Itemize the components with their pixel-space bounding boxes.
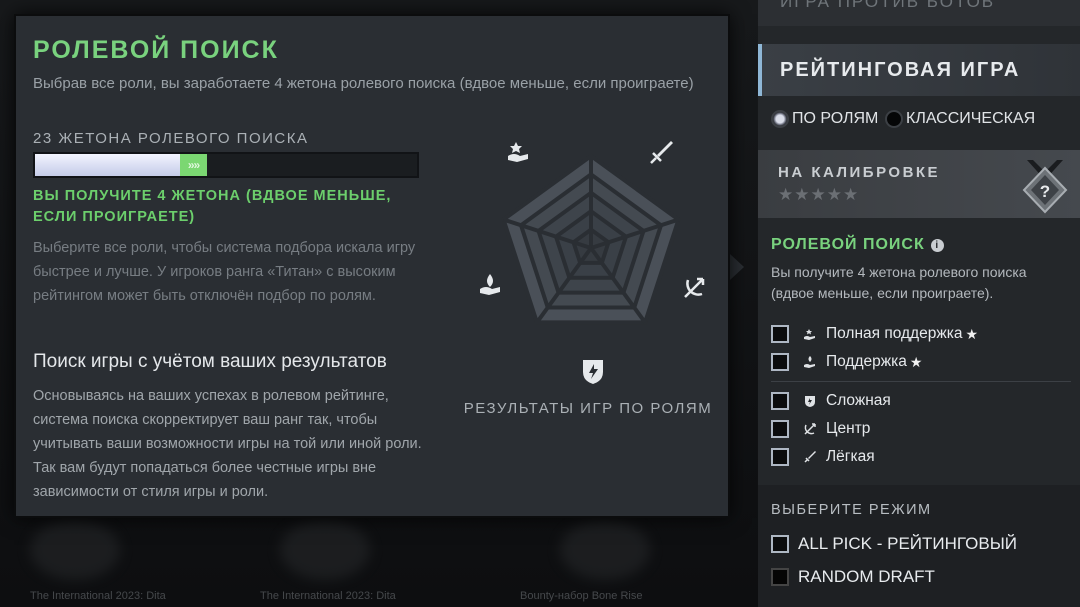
mode-item-all-pick[interactable]: ALL PICK - РЕЙТИНГОВЫЙ (771, 532, 1017, 556)
role-checkbox[interactable] (771, 353, 789, 371)
role-item-support[interactable]: Поддержка ★ (771, 351, 922, 373)
role-label: Полная поддержка (826, 325, 963, 342)
info-icon[interactable]: i (930, 239, 944, 252)
radio-by-roles-label: ПО РОЛЯМ (792, 110, 879, 127)
radar-caption: РЕЗУЛЬТАТЫ ИГР ПО РОЛЯМ (463, 400, 713, 417)
background-item-image (30, 520, 120, 580)
role-checkbox[interactable] (771, 392, 789, 410)
mid-icon (684, 277, 705, 298)
radio-classic[interactable]: КЛАССИЧЕСКАЯ (885, 108, 1035, 130)
role-search-title[interactable]: РОЛЕВОЙ ПОИСК i (771, 236, 944, 254)
role-label: Сложная (826, 392, 891, 409)
role-item-offlane[interactable]: Сложная (771, 390, 891, 412)
role-checkbox[interactable] (771, 420, 789, 438)
hard-support-icon (804, 329, 815, 340)
radar-rings (501, 153, 681, 325)
tooltip-description-2: Основываясь на ваших успехах в ролевом р… (33, 388, 422, 500)
offlane-icon (583, 360, 603, 384)
carry-icon (804, 451, 816, 463)
background-caption: The International 2023: Dita (260, 590, 396, 602)
radio-dot-selected[interactable] (771, 110, 789, 128)
role-item-hard-support[interactable]: Полная поддержка ★ (771, 323, 978, 345)
tokens-gain-text: ВЫ ПОЛУЧИТЕ 4 ЖЕТОНА (ВДВОЕ МЕНЬШЕ, ЕСЛИ… (33, 188, 392, 225)
hard-support-icon (508, 142, 528, 162)
role-search-title-text: РОЛЕВОЙ ПОИСК (771, 236, 925, 253)
role-label: Центр (826, 420, 871, 437)
mid-icon (804, 423, 816, 435)
tooltip-arrow (730, 254, 744, 280)
role-item-carry[interactable]: Лёгкая (771, 446, 875, 468)
calibration-title: НА КАЛИБРОВКЕ (778, 164, 941, 181)
calibration-stars: ★★★★★ (778, 185, 860, 204)
tokens-progress-bar: »» (33, 152, 419, 178)
radio-by-roles[interactable]: ПО РОЛЯМ (771, 108, 878, 130)
background-caption: The International 2023: Dita (30, 590, 166, 602)
tokens-gain-fill: »» (180, 154, 207, 176)
mode-checkbox[interactable] (771, 535, 789, 553)
mode-label: RANDOM DRAFT (798, 567, 935, 586)
background-caption: Bounty-набор Bone Rise (520, 590, 643, 602)
role-search-description: Вы получите 4 жетона ролевого поиска (вд… (771, 264, 1027, 301)
mode-checkbox[interactable] (771, 568, 789, 586)
radio-dot[interactable] (885, 110, 903, 128)
star-icon: ★ (909, 353, 923, 370)
tooltip-heading: Поиск игры с учётом ваших результатов (33, 351, 387, 372)
tooltip-description: Выберите все роли, чтобы система подбора… (33, 240, 416, 304)
tokens-count-title: 23 ЖЕТОНА РОЛЕВОГО ПОИСКА (33, 130, 309, 147)
rank-medal-symbol: ? (1040, 182, 1050, 201)
mode-title: ВЫБЕРИТЕ РЕЖИМ (771, 502, 932, 518)
background-item-image (280, 520, 370, 580)
role-label: Поддержка (826, 353, 907, 370)
mode-item-random-draft[interactable]: RANDOM DRAFT (771, 565, 935, 589)
rank-medal-icon: ? (1022, 160, 1068, 214)
matchmaking-panel: ИГРА ПРОТИВ БОТОВ РЕЙТИНГОВАЯ ИГРА ПО РО… (758, 0, 1080, 607)
role-checkbox[interactable] (771, 448, 789, 466)
bot-match-tab[interactable]: ИГРА ПРОТИВ БОТОВ (758, 0, 1080, 26)
role-search-tooltip: РОЛЕВОЙ ПОИСК Выбрав все роли, вы зарабо… (14, 14, 730, 518)
star-icon: ★ (965, 325, 979, 342)
role-label: Лёгкая (826, 448, 875, 465)
role-radar-chart (480, 141, 705, 384)
background-item-image (560, 520, 650, 580)
offlane-icon (805, 396, 815, 407)
radio-classic-label: КЛАССИЧЕСКАЯ (906, 110, 1036, 127)
ranked-game-header[interactable]: РЕЙТИНГОВАЯ ИГРА (758, 44, 1080, 96)
bot-match-label: ИГРА ПРОТИВ БОТОВ (780, 0, 996, 11)
support-icon (804, 356, 815, 368)
roles-divider (771, 381, 1071, 382)
tooltip-title: РОЛЕВОЙ ПОИСК (33, 36, 279, 64)
carry-icon (650, 141, 673, 164)
role-item-mid[interactable]: Центр (771, 418, 870, 440)
mode-label: ALL PICK - РЕЙТИНГОВЫЙ (798, 534, 1017, 553)
role-checkbox[interactable] (771, 325, 789, 343)
tooltip-subtitle: Выбрав все роли, вы заработаете 4 жетона… (33, 75, 694, 92)
ranked-game-title: РЕЙТИНГОВАЯ ИГРА (780, 59, 1021, 81)
support-icon (480, 274, 500, 295)
tokens-progress-fill (35, 154, 180, 176)
